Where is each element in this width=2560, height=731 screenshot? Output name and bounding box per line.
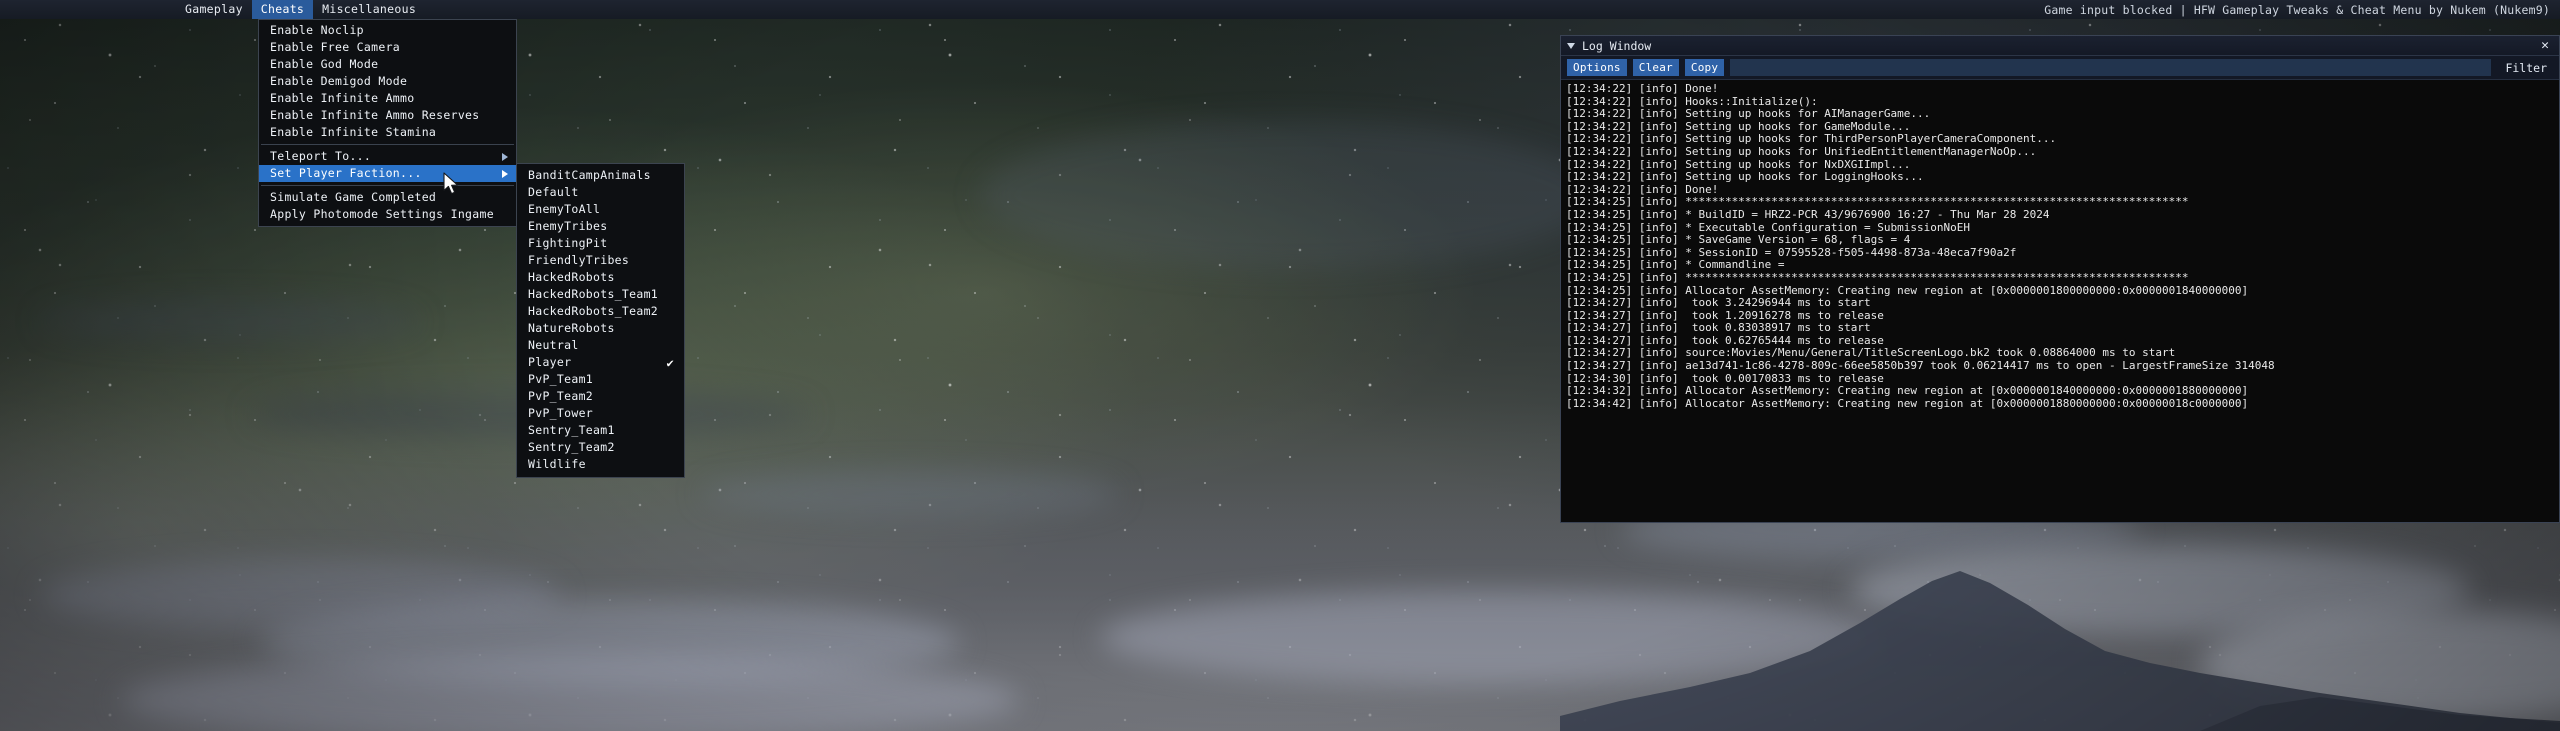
options-button[interactable]: Options [1567,59,1627,76]
menu-item-enable-infinite-ammo-reserves[interactable]: Enable Infinite Ammo Reserves [259,107,516,124]
status-text: Game input blocked | HFW Gameplay Tweaks… [2044,2,2550,17]
faction-item-banditcampanimals[interactable]: BanditCampAnimals [517,167,684,184]
faction-item-label: Wildlife [528,457,586,471]
game-screen: Gameplay Cheats Miscellaneous Game input… [0,0,2560,731]
menu-item-enable-noclip[interactable]: Enable Noclip [259,22,516,39]
faction-item-wildlife[interactable]: Wildlife [517,456,684,473]
menu-item-set-player-faction[interactable]: Set Player Faction... [259,165,516,182]
log-line: [12:34:22] [info] Setting up hooks for L… [1566,170,1924,184]
faction-item-label: Default [528,185,579,199]
log-window-titlebar: Log Window ✕ [1561,36,2559,56]
menu-item-label: Enable Demigod Mode [270,74,408,88]
faction-item-label: HackedRobots_Team1 [528,287,659,301]
faction-item-pvp_team2[interactable]: PvP_Team2 [517,388,684,405]
faction-item-label: HackedRobots [528,270,615,284]
filter-input[interactable] [1730,59,2492,76]
faction-item-pvp_team1[interactable]: PvP_Team1 [517,371,684,388]
log-line: [12:34:22] [info] Done! [1566,82,1719,95]
log-line: [12:34:27] [info] took 3.24296944 ms to … [1566,296,1871,310]
log-window-toolbar: Options Clear Copy Filter [1561,56,2559,80]
chevron-right-icon [502,152,508,161]
menu-root-gameplay[interactable]: Gameplay [176,0,252,19]
menu-root-cheats[interactable]: Cheats [251,0,314,19]
faction-item-enemytribes[interactable]: EnemyTribes [517,218,684,235]
faction-item-label: Player [528,355,572,369]
menu-item-label: Enable Infinite Stamina [270,125,437,139]
filter-label: Filter [2505,60,2547,75]
menu-separator [261,144,514,145]
menu-item-label: Teleport To... [270,149,372,163]
log-line: [12:34:42] [info] Allocator AssetMemory:… [1566,396,2249,410]
faction-item-label: EnemyTribes [528,219,608,233]
menu-root-miscellaneous[interactable]: Miscellaneous [313,0,425,19]
faction-item-fightingpit[interactable]: FightingPit [517,235,684,252]
faction-item-sentry_team1[interactable]: Sentry_Team1 [517,422,684,439]
faction-item-neutral[interactable]: Neutral [517,337,684,354]
menu-root-miscellaneous-label: Miscellaneous [322,2,417,16]
menu-item-enable-god-mode[interactable]: Enable God Mode [259,56,516,73]
faction-item-label: PvP_Team2 [528,389,594,403]
faction-item-hackedrobots_team2[interactable]: HackedRobots_Team2 [517,303,684,320]
faction-item-label: PvP_Team1 [528,372,594,386]
menu-item-simulate-game-completed[interactable]: Simulate Game Completed [259,189,516,206]
menu-separator [261,185,514,186]
faction-item-player[interactable]: Player ✔ [517,354,684,371]
faction-item-hackedrobots_team1[interactable]: HackedRobots_Team1 [517,286,684,303]
menu-bar: Gameplay Cheats Miscellaneous Game input… [0,0,2560,19]
faction-item-enemytoall[interactable]: EnemyToAll [517,201,684,218]
faction-item-label: Neutral [528,338,579,352]
faction-item-label: FriendlyTribes [528,253,630,267]
faction-item-naturerobots[interactable]: NatureRobots [517,320,684,337]
menu-item-label: Set Player Faction... [270,166,422,180]
chevron-right-icon [502,169,508,178]
menu-item-label: Enable Free Camera [270,40,401,54]
menu-item-label: Enable Noclip [270,23,364,37]
log-line: [12:34:22] [info] Setting up hooks for U… [1566,144,2037,158]
faction-item-label: Sentry_Team1 [528,423,615,437]
menu-item-label: Simulate Game Completed [270,190,437,204]
faction-item-label: NatureRobots [528,321,615,335]
log-line: [12:34:32] [info] Allocator AssetMemory:… [1566,384,2249,398]
copy-button[interactable]: Copy [1684,59,1725,76]
faction-item-label: Sentry_Team2 [528,440,615,454]
faction-item-friendlytribes[interactable]: FriendlyTribes [517,252,684,269]
menu-item-label: Enable Infinite Ammo [270,91,415,105]
menu-item-label: Enable Infinite Ammo Reserves [270,108,480,122]
menu-root-cheats-label: Cheats [260,2,305,16]
menu-item-label: Apply Photomode Settings Ingame [270,207,494,221]
faction-item-label: HackedRobots_Team2 [528,304,659,318]
faction-item-pvp_tower[interactable]: PvP_Tower [517,405,684,422]
cheats-dropdown-menu: Enable Noclip Enable Free Camera Enable … [258,19,517,227]
faction-item-label: BanditCampAnimals [528,168,651,182]
close-icon[interactable]: ✕ [2537,39,2553,52]
log-line: [12:34:27] [info] ae13d741-1c86-4278-809… [1566,359,2275,373]
faction-item-sentry_team2[interactable]: Sentry_Team2 [517,439,684,456]
log-line: [12:34:22] [info] Setting up hooks for A… [1566,107,1931,121]
collapse-triangle-icon[interactable] [1567,42,1575,49]
menu-item-enable-demigod-mode[interactable]: Enable Demigod Mode [259,73,516,90]
log-line: [12:34:25] [info] * BuildID = HRZ2-PCR 4… [1566,207,2050,221]
faction-item-label: PvP_Tower [528,406,594,420]
faction-item-hackedrobots[interactable]: HackedRobots [517,269,684,286]
faction-item-default[interactable]: Default [517,184,684,201]
faction-item-label: EnemyToAll [528,202,601,216]
faction-item-label: FightingPit [528,236,608,250]
menu-bar-spacer [0,0,176,19]
menu-item-enable-infinite-ammo[interactable]: Enable Infinite Ammo [259,90,516,107]
clear-button[interactable]: Clear [1632,59,1679,76]
menu-root-gameplay-label: Gameplay [185,2,243,16]
menu-item-apply-photomode-settings-ingame[interactable]: Apply Photomode Settings Ingame [259,206,516,223]
menu-item-label: Enable God Mode [270,57,379,71]
faction-submenu: BanditCampAnimals Default EnemyToAll EnemyT… [516,163,685,478]
log-output[interactable]: [12:34:22] [info] Done! [12:34:22] [info]… [1561,80,2559,522]
menu-item-enable-infinite-stamina[interactable]: Enable Infinite Stamina [259,124,516,141]
log-line: [12:34:27] [info] took 0.83038917 ms to … [1566,321,1871,335]
log-window: Log Window ✕ Options Clear Copy Filter [… [1560,35,2560,523]
menu-item-teleport-to[interactable]: Teleport To... [259,148,516,165]
log-line: [12:34:25] [info] * SaveGame Version = 6… [1566,233,1911,247]
log-line: [12:34:25] [info] **********************… [1566,270,2189,284]
menu-item-enable-free-camera[interactable]: Enable Free Camera [259,39,516,56]
log-window-title: Log Window [1582,38,1652,53]
check-icon: ✔ [666,355,674,370]
